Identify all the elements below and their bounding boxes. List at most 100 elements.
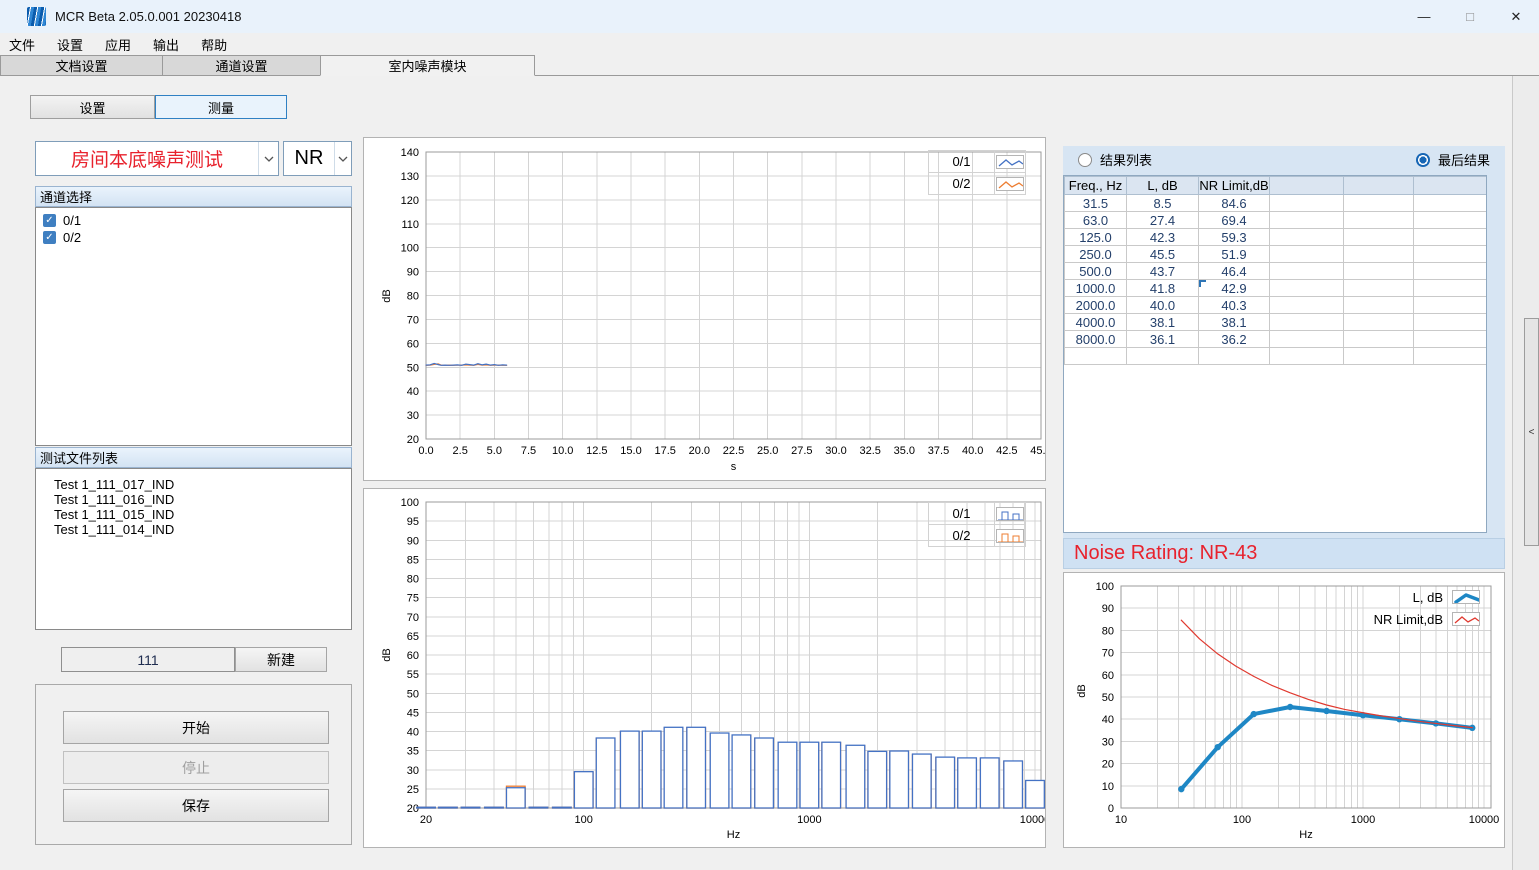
table-cell[interactable]	[1065, 348, 1127, 365]
table-cell[interactable]	[1270, 280, 1344, 297]
menu-item-output[interactable]: 输出	[153, 35, 179, 54]
table-cell[interactable]	[1344, 263, 1414, 280]
table-cell[interactable]: 46.4	[1199, 263, 1270, 280]
file-list-item[interactable]: Test 1_111_015_IND	[36, 507, 351, 522]
table-cell[interactable]	[1270, 263, 1344, 280]
table-cell[interactable]	[1344, 280, 1414, 297]
menu-item-help[interactable]: 帮助	[201, 35, 227, 54]
table-cell[interactable]: 8.5	[1127, 195, 1199, 212]
session-name-field[interactable]: 111	[61, 647, 235, 672]
new-button[interactable]: 新建	[235, 647, 327, 672]
table-cell[interactable]: 42.3	[1127, 229, 1199, 246]
close-button[interactable]: ✕	[1493, 0, 1539, 33]
table-cell[interactable]	[1270, 314, 1344, 331]
table-cell[interactable]	[1414, 195, 1488, 212]
file-list-item[interactable]: Test 1_111_014_IND	[36, 522, 351, 537]
table-cell[interactable]: 40.0	[1127, 297, 1199, 314]
menu-item-application[interactable]: 应用	[105, 35, 131, 54]
table-cell[interactable]: 63.0	[1065, 212, 1127, 229]
svg-text:20: 20	[420, 814, 432, 826]
table-cell[interactable]: 59.3	[1199, 229, 1270, 246]
time_history-legend: 0/10/2	[929, 151, 1026, 195]
table-cell[interactable]	[1414, 314, 1488, 331]
rating-type-select[interactable]: NR	[283, 141, 352, 176]
table-cell[interactable]: 125.0	[1065, 229, 1127, 246]
test-type-select[interactable]: 房间本底噪声测试	[35, 141, 279, 176]
subtab-settings[interactable]: 设置	[30, 95, 155, 119]
chevron-down-icon[interactable]	[258, 142, 278, 175]
channel-item[interactable]: ✓ 0/2	[36, 229, 351, 246]
table-cell[interactable]: 4000.0	[1065, 314, 1127, 331]
table-cell[interactable]: 36.2	[1199, 331, 1270, 348]
subtab-measure[interactable]: 测量	[155, 95, 287, 119]
table-cell[interactable]: 38.1	[1127, 314, 1199, 331]
table-cell[interactable]: 36.1	[1127, 331, 1199, 348]
table-cell[interactable]	[1414, 348, 1488, 365]
table-cell[interactable]	[1344, 297, 1414, 314]
table-cell[interactable]: 42.9	[1199, 280, 1270, 297]
collapse-panel-button[interactable]: <	[1524, 318, 1539, 546]
table-cell[interactable]: 51.9	[1199, 246, 1270, 263]
table-cell[interactable]: 40.3	[1199, 297, 1270, 314]
table-cell[interactable]	[1414, 280, 1488, 297]
table-cell[interactable]	[1414, 212, 1488, 229]
table-cell[interactable]: 8000.0	[1065, 331, 1127, 348]
menu-item-settings[interactable]: 设置	[57, 35, 83, 54]
start-button[interactable]: 开始	[63, 711, 329, 744]
table-cell[interactable]	[1270, 212, 1344, 229]
radio-last-result-label[interactable]: 最后结果	[1438, 150, 1490, 169]
table-cell[interactable]	[1199, 348, 1270, 365]
table-cell[interactable]: 31.5	[1065, 195, 1127, 212]
file-list-item[interactable]: Test 1_111_016_IND	[36, 492, 351, 507]
table-cell[interactable]: 2000.0	[1065, 297, 1127, 314]
table-cell[interactable]: 84.6	[1199, 195, 1270, 212]
tab-channel-settings[interactable]: 通道设置	[162, 55, 320, 76]
svg-text:0.0: 0.0	[418, 445, 433, 457]
checkbox-checked-icon[interactable]: ✓	[43, 231, 56, 244]
radio-last-result[interactable]	[1416, 153, 1430, 167]
table-cell[interactable]	[1270, 331, 1344, 348]
table-cell[interactable]: 250.0	[1065, 246, 1127, 263]
table-cell[interactable]	[1344, 246, 1414, 263]
radio-result-list-label[interactable]: 结果列表	[1100, 150, 1152, 169]
table-cell[interactable]	[1270, 195, 1344, 212]
stop-button[interactable]: 停止	[63, 751, 329, 784]
checkbox-checked-icon[interactable]: ✓	[43, 214, 56, 227]
table-cell[interactable]: 43.7	[1127, 263, 1199, 280]
table-cell[interactable]: 27.4	[1127, 212, 1199, 229]
table-cell[interactable]	[1344, 314, 1414, 331]
file-list-item[interactable]: Test 1_111_017_IND	[36, 477, 351, 492]
table-cell[interactable]	[1344, 348, 1414, 365]
radio-result-list[interactable]	[1078, 153, 1092, 167]
channel-item[interactable]: ✓ 0/1	[36, 212, 351, 229]
minimize-button[interactable]: —	[1401, 0, 1447, 33]
table-cell[interactable]: 1000.0	[1065, 280, 1127, 297]
table-cell[interactable]: 500.0	[1065, 263, 1127, 280]
table-cell[interactable]	[1344, 331, 1414, 348]
table-cell[interactable]	[1414, 331, 1488, 348]
table-cell[interactable]	[1414, 297, 1488, 314]
save-button[interactable]: 保存	[63, 789, 329, 822]
table-cell[interactable]	[1344, 195, 1414, 212]
tab-document-settings[interactable]: 文档设置	[0, 55, 162, 76]
table-cell[interactable]	[1414, 263, 1488, 280]
table-cell[interactable]: 38.1	[1199, 314, 1270, 331]
chevron-down-icon[interactable]	[334, 142, 351, 175]
table-cell[interactable]	[1127, 348, 1199, 365]
menu-item-file[interactable]: 文件	[9, 35, 35, 54]
maximize-button[interactable]: □	[1447, 0, 1493, 33]
table-cell[interactable]: 69.4	[1199, 212, 1270, 229]
table-cell[interactable]	[1344, 229, 1414, 246]
table-cell[interactable]	[1414, 246, 1488, 263]
table-cell[interactable]	[1270, 297, 1344, 314]
table-cell[interactable]	[1270, 348, 1344, 365]
table-cell[interactable]	[1414, 229, 1488, 246]
tab-indoor-noise-module[interactable]: 室内噪声模块	[320, 55, 535, 76]
svg-text:1000: 1000	[797, 814, 821, 826]
table-cell[interactable]: 41.8	[1127, 280, 1199, 297]
legend-entry: NR Limit,dB	[1367, 608, 1481, 630]
table-cell[interactable]	[1344, 212, 1414, 229]
table-cell[interactable]	[1270, 229, 1344, 246]
table-cell[interactable]: 45.5	[1127, 246, 1199, 263]
table-cell[interactable]	[1270, 246, 1344, 263]
